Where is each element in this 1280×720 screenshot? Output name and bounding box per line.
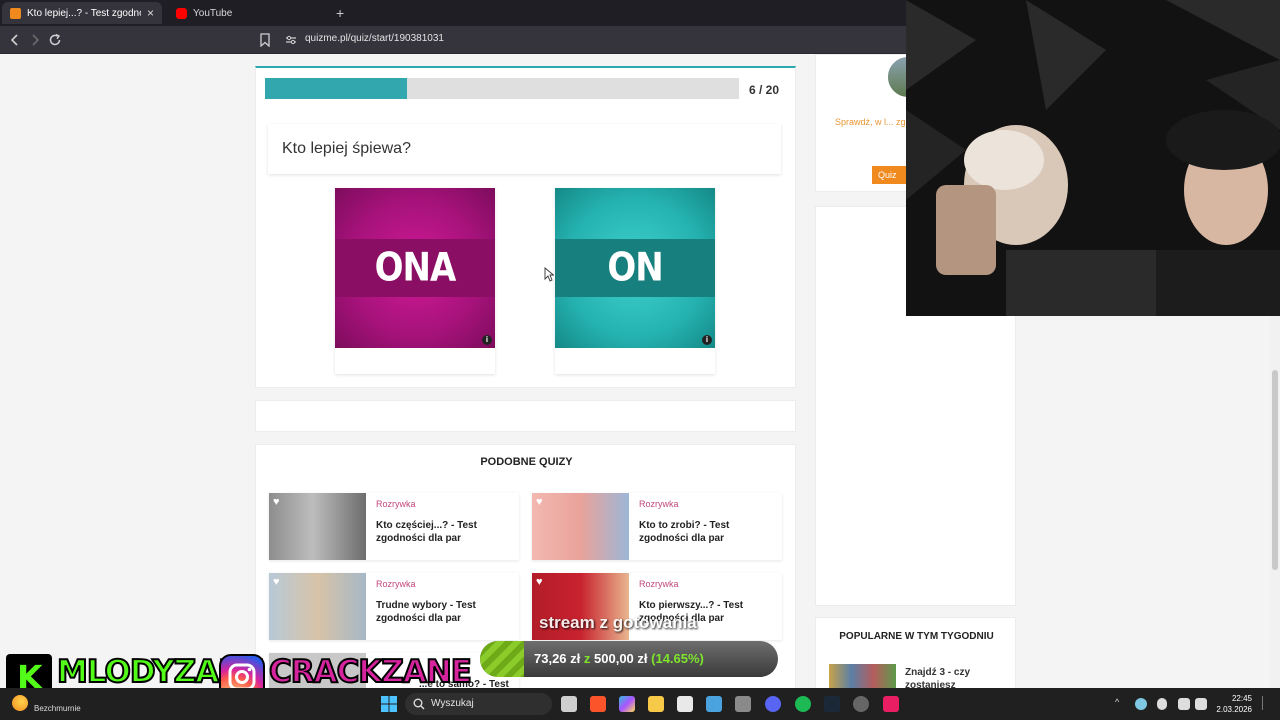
wifi-icon[interactable] bbox=[1178, 698, 1190, 710]
steam-icon[interactable] bbox=[824, 696, 840, 712]
taskbar: Bezchmurnie Wyszukaj ^ 22:45 2.03.2026 bbox=[0, 688, 1280, 720]
heart-icon[interactable]: ♥ bbox=[536, 576, 548, 588]
answer-option-on[interactable]: ON i bbox=[555, 188, 715, 374]
answer-label-on: ON bbox=[607, 245, 663, 291]
start-windows-icon[interactable] bbox=[381, 696, 397, 712]
similar-quiz-item[interactable]: ♥ Rozrywka Trudne wybory - Test zgodnośc… bbox=[269, 573, 519, 640]
popular-this-week: POPULARNE W TYM TYGODNIU Znajdź 3 - czy … bbox=[815, 617, 1016, 688]
tab-youtube[interactable]: YouTube bbox=[168, 2, 328, 24]
answer-label-ona: ONA bbox=[374, 245, 457, 291]
donation-goal-text: 73,26 zł z 500,00 zł (14.65%) bbox=[534, 651, 704, 666]
store-icon[interactable] bbox=[677, 696, 693, 712]
heart-icon[interactable]: ♥ bbox=[273, 576, 285, 588]
info-icon[interactable]: i bbox=[702, 335, 712, 345]
tab-quiz-label: Kto lepiej...? - Test zgodności dla bbox=[27, 7, 141, 19]
weather-icon[interactable] bbox=[12, 695, 28, 711]
quiz-category[interactable]: Rozrywka bbox=[376, 499, 416, 509]
weather-text[interactable]: Bezchmurnie bbox=[34, 704, 81, 713]
quiz-category[interactable]: Rozrywka bbox=[639, 579, 679, 589]
onedrive-icon[interactable] bbox=[1135, 698, 1147, 710]
goal-total: 500,00 zł bbox=[594, 651, 648, 666]
goal-of: z bbox=[583, 651, 591, 666]
tray-chevron-icon[interactable]: ^ bbox=[1115, 697, 1119, 707]
progress-bar-fill bbox=[265, 78, 407, 99]
site-settings-icon[interactable] bbox=[285, 35, 297, 45]
donation-goal-fill bbox=[480, 641, 524, 677]
mouse-cursor-icon bbox=[544, 267, 554, 282]
webcam-overlay bbox=[906, 0, 1280, 316]
clock-time: 22:45 bbox=[1231, 694, 1252, 703]
forward-arrow-icon[interactable] bbox=[29, 34, 41, 46]
popular-item-title[interactable]: Znajdź 3 - czy zostaniesz bbox=[905, 666, 1005, 688]
tiktok-icon[interactable] bbox=[883, 696, 899, 712]
goal-percent: (14.65%) bbox=[651, 651, 704, 666]
task-view-icon[interactable] bbox=[561, 696, 577, 712]
taskbar-clock[interactable]: 22:45 2.03.2026 bbox=[1214, 693, 1252, 715]
quiz-title[interactable]: Kto to zrobi? - Test zgodności dla par bbox=[639, 519, 779, 545]
scrollbar-thumb[interactable] bbox=[1272, 370, 1278, 570]
stream-caption: stream z gotowania bbox=[539, 613, 697, 632]
tab-quiz[interactable]: Kto lepiej...? - Test zgodności dla × bbox=[2, 2, 162, 24]
quiz-category[interactable]: Rozrywka bbox=[376, 579, 416, 589]
similar-quiz-item[interactable]: ♥ Rozrywka Kto to zrobi? - Test zgodnośc… bbox=[532, 493, 782, 560]
spotify-icon[interactable] bbox=[795, 696, 811, 712]
heart-icon[interactable]: ♥ bbox=[273, 496, 285, 508]
quiz-title[interactable]: Trudne wybory - Test zgodności dla par bbox=[376, 599, 516, 625]
show-desktop-button[interactable] bbox=[1262, 696, 1270, 710]
taskbar-search[interactable]: Wyszukaj bbox=[405, 693, 552, 715]
info-icon[interactable]: i bbox=[482, 335, 492, 345]
volume-icon[interactable] bbox=[1195, 698, 1207, 710]
file-explorer-icon[interactable] bbox=[648, 696, 664, 712]
heart-icon[interactable]: ♥ bbox=[536, 496, 548, 508]
search-icon bbox=[413, 698, 425, 710]
question-box: Kto lepiej śpiewa? bbox=[268, 124, 781, 174]
similar-quizzes-title: PODOBNE QUIZY bbox=[480, 456, 573, 468]
search-placeholder: Wyszukaj bbox=[431, 698, 474, 709]
new-tab-button[interactable]: + bbox=[336, 5, 344, 21]
progress-bar bbox=[265, 78, 739, 99]
notepad-icon[interactable] bbox=[706, 696, 722, 712]
question-text: Kto lepiej śpiewa? bbox=[282, 140, 411, 157]
similar-quiz-item[interactable]: ♥ Rozrywka Kto częściej...? - Test zgodn… bbox=[269, 493, 519, 560]
brave-browser-icon[interactable] bbox=[590, 696, 606, 712]
youtube-favicon-icon bbox=[176, 7, 187, 19]
goal-current: 73,26 zł bbox=[534, 651, 581, 666]
clock-date: 2.03.2026 bbox=[1216, 705, 1252, 714]
progress-counter: 6 / 20 bbox=[749, 83, 780, 97]
url-field[interactable]: quizme.pl/quiz/start/190381031 bbox=[305, 33, 444, 44]
microphone-icon[interactable] bbox=[1157, 698, 1167, 710]
tab-youtube-label: YouTube bbox=[193, 7, 233, 19]
quiz-title[interactable]: Kto częściej...? - Test zgodności dla pa… bbox=[376, 519, 516, 545]
tab-close-icon[interactable]: × bbox=[147, 6, 154, 20]
discord-icon[interactable] bbox=[765, 696, 781, 712]
webcam-feed-image bbox=[906, 0, 1280, 316]
answer-image-on[interactable]: ON i bbox=[555, 188, 715, 348]
reload-icon[interactable] bbox=[48, 33, 62, 47]
answer-image-ona[interactable]: ONA i bbox=[335, 188, 495, 348]
app-icon[interactable] bbox=[735, 696, 751, 712]
copilot-icon[interactable] bbox=[619, 696, 635, 712]
quizme-favicon-icon bbox=[10, 7, 21, 19]
ad-placeholder bbox=[255, 400, 796, 432]
quiz-category[interactable]: Rozrywka bbox=[639, 499, 679, 509]
bookmark-icon[interactable] bbox=[259, 33, 271, 47]
answer-option-ona[interactable]: ONA i bbox=[335, 188, 495, 374]
donation-goal-bar: 73,26 zł z 500,00 zł (14.65%) bbox=[480, 641, 778, 677]
popular-thumbnail[interactable] bbox=[829, 664, 896, 688]
obs-icon[interactable] bbox=[853, 696, 869, 712]
back-arrow-icon[interactable] bbox=[9, 34, 21, 46]
popular-title: POPULARNE W TYM TYGODNIU bbox=[839, 631, 994, 642]
